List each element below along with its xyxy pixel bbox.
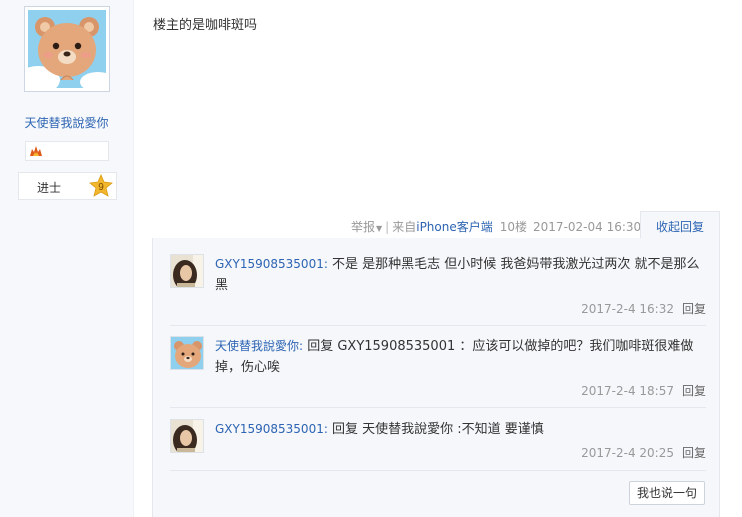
reply-divider [170,325,706,326]
author-badge-row [25,141,109,161]
star-badge-icon: 9 [89,174,113,197]
reply-body: GXY15908535001: 回复 天使替我說愛你 :不知道 要谨慎 [215,422,544,437]
post-floor: 10楼 [499,220,528,234]
reply-button[interactable]: 回复 [682,302,706,316]
author-avatar[interactable] [24,6,110,92]
girl-avatar-icon[interactable] [170,254,204,288]
say-something-button[interactable]: 我也说一句 [629,481,705,505]
reply-body: GXY15908535001: 不是 是那种黑毛志 但小时候 我爸妈带我激光过两… [215,257,700,293]
reply-button[interactable]: 回复 [682,446,706,460]
via-prefix: 来自 [392,220,417,234]
reply-divider [170,470,706,471]
reply-text: 回复 天使替我說愛你 :不知道 要谨慎 [332,422,544,437]
meta-separator: | [385,220,390,234]
reply-panel: GXY15908535001: 不是 是那种黑毛志 但小时候 我爸妈带我激光过两… [152,238,720,517]
reply-username[interactable]: 天使替我說愛你 [215,339,299,353]
reply-footer: 2017-2-4 18:57 回复 [581,382,706,399]
level-number: 9 [98,182,104,193]
reply-button[interactable]: 回复 [682,384,706,398]
caret-down-icon: ▼ [376,224,383,233]
reply-footer: 2017-2-4 20:25 回复 [581,444,706,461]
reply-time: 2017-2-4 20:25 [581,446,674,460]
author-username[interactable]: 天使替我說愛你 [0,114,133,131]
author-level[interactable]: 进士 9 [18,172,117,200]
level-title: 进士 [37,181,62,195]
author-sidebar: 天使替我說愛你 进士 9 [0,0,134,517]
post-content: 楼主的是咖啡斑吗 [153,18,258,33]
reply-username[interactable]: GXY15908535001 [215,422,324,436]
post-meta: 举报▼ | 来自iPhone客户端 10楼 2017-02-04 16:30 [351,218,641,235]
post-datetime: 2017-02-04 16:30 [533,220,642,234]
bear-avatar-icon[interactable] [170,336,204,370]
report-link[interactable]: 举报▼ [351,220,382,234]
reply-divider [170,407,706,408]
fire-badge-icon[interactable] [29,145,43,160]
girl-avatar-icon[interactable] [170,419,204,453]
reply-footer: 2017-2-4 16:32 回复 [581,300,706,317]
collapse-replies-button[interactable]: 收起回复 [640,211,720,239]
reply-time: 2017-2-4 16:32 [581,302,674,316]
client-link[interactable]: iPhone客户端 [416,220,493,234]
reply-time: 2017-2-4 18:57 [581,384,674,398]
reply-username[interactable]: GXY15908535001 [215,257,324,271]
bear-avatar-icon [28,10,106,88]
reply-body: 天使替我說愛你: 回复 GXY15908535001 ：应该可以做掉的吧？我们咖… [215,339,694,375]
